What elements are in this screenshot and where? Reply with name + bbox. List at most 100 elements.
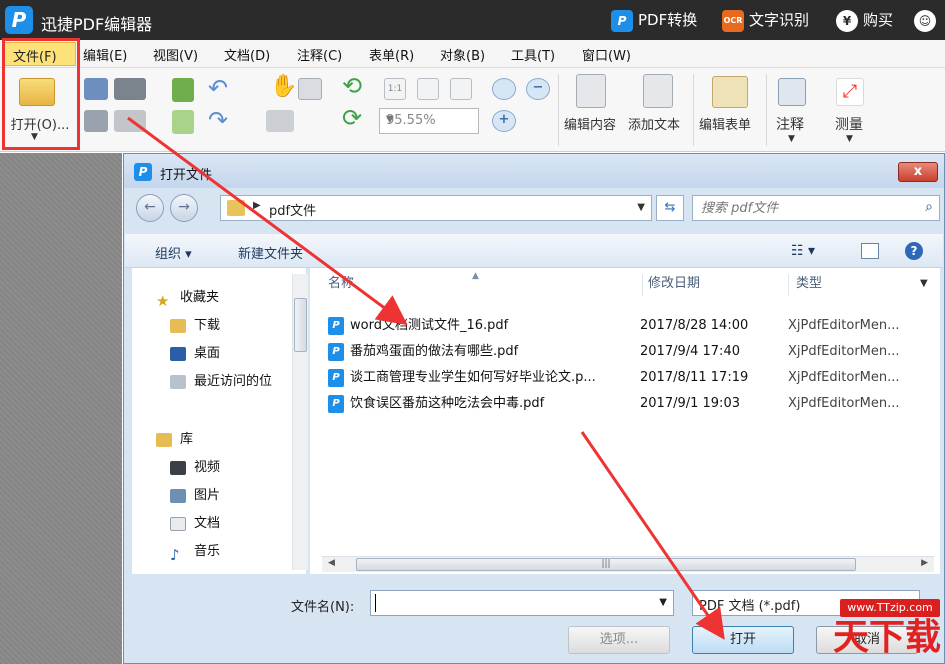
nav-desktop[interactable]: 桌面 [170,344,220,364]
annotate-button[interactable]: 注释 [776,114,804,134]
column-type-dropdown-icon[interactable]: ▼ [920,268,928,300]
pdf-file-icon: P [328,395,344,413]
measure-button[interactable]: 测量 [835,114,863,134]
file-date: 2017/8/28 14:00 [640,318,749,333]
address-bar[interactable]: ▶ pdf文件 ▼ [220,195,652,221]
menu-tools[interactable]: 工具(T) [511,45,555,64]
file-row[interactable]: P 谈工商管理专业学生如何写好毕业论文.p... 2017/8/11 17:19… [318,366,918,390]
menu-window[interactable]: 窗口(W) [582,45,631,64]
rotate-left-icon[interactable]: ⟲ [342,72,362,100]
edit-form-button[interactable]: 编辑表单 [699,114,751,133]
zoom-select[interactable]: 95.55% ▼ [379,108,479,134]
zoom-out-icon[interactable]: − [526,78,550,100]
filename-input[interactable]: ▼ [370,590,674,616]
file-row[interactable]: P word文档测试文件_16.pdf 2017/8/28 14:00 XjPd… [318,314,918,338]
pdf-file-icon: P [328,317,344,335]
buy-button[interactable]: ¥ 购买 [836,8,893,32]
scroll-right-icon[interactable]: ▶ [921,558,928,568]
menu-comment[interactable]: 注释(C) [297,45,342,64]
undo-icon[interactable]: ↶ [208,74,228,102]
menu-object[interactable]: 对象(B) [440,45,485,64]
nav-library[interactable]: 库 [156,430,193,450]
select-text-icon[interactable] [298,78,322,100]
nav-videos[interactable]: 视频 [170,458,220,478]
nav-favorites[interactable]: ★ 收藏夹 [156,288,219,310]
menu-form[interactable]: 表单(R) [369,45,414,64]
rotate-right-icon[interactable]: ⟳ [342,104,362,132]
view-options-icon[interactable]: ☷ ▾ [791,243,815,259]
fit-page-icon[interactable] [417,78,439,100]
column-type[interactable]: 类型 [796,268,822,300]
ribbon-separator [693,74,694,146]
nav-scrollbar-thumb[interactable] [294,298,307,352]
menu-edit[interactable]: 编辑(E) [83,45,127,64]
preview-pane-icon[interactable] [861,243,879,259]
dialog-footer: 文件名(N): ▼ PDF 文档 (*.pdf) 选项... 打开 取消 [124,574,944,664]
file-list-scrollbar[interactable]: ◀ ||| ▶ [322,556,934,572]
zoom-in-icon[interactable]: + [492,110,516,132]
search-input[interactable] [701,199,901,217]
ocr-button[interactable]: OCR 文字识别 [722,8,809,32]
back-button[interactable]: ← [136,194,164,222]
new-folder-button[interactable]: 新建文件夹 [238,243,303,262]
pdf-convert-button[interactable]: P PDF转换 [611,8,697,32]
hand-tool-icon[interactable]: ✋ [270,74,297,99]
file-type: XjPdfEditorMen... [788,370,900,385]
videos-icon [170,460,186,475]
email-icon[interactable] [114,110,146,132]
nav-pictures[interactable]: 图片 [170,486,220,506]
nav-documents[interactable]: 文档 [170,514,220,534]
import-icon[interactable] [172,78,194,102]
chevron-down-icon[interactable]: ▼ [637,202,645,213]
measure-dropdown-icon[interactable]: ▼ [846,134,853,144]
user-button[interactable]: ☺ [914,8,941,32]
downloads-icon [170,318,186,333]
save-icon[interactable] [84,78,108,100]
title-bar: P 迅捷PDF编辑器 P PDF转换 OCR 文字识别 ¥ 购买 ☺ [0,0,945,40]
scroll-left-icon[interactable]: ◀ [328,558,335,568]
options-button[interactable]: 选项... [568,626,670,654]
command-bar: 组织 ▾ 新建文件夹 ☷ ▾ ? [125,234,943,268]
organize-button[interactable]: 组织 ▾ [155,243,192,262]
file-row[interactable]: P 番茄鸡蛋面的做法有哪些.pdf 2017/9/4 17:40 XjPdfEd… [318,340,918,364]
file-row[interactable]: P 饮食误区番茄这种吃法会中毒.pdf 2017/9/1 19:03 XjPdf… [318,392,918,416]
edit-content-button[interactable]: 编辑内容 [564,114,616,133]
help-icon[interactable]: ? [905,242,923,260]
column-modified[interactable]: 修改日期 [648,268,700,300]
fit-width-icon[interactable] [450,78,472,100]
forward-button[interactable]: → [170,194,198,222]
redo-icon[interactable]: ↷ [208,106,228,134]
menu-document[interactable]: 文档(D) [224,45,270,64]
file-type: XjPdfEditorMen... [788,344,900,359]
print-icon[interactable] [84,110,108,132]
refresh-button[interactable]: ⇆ [656,195,684,221]
actual-size-icon[interactable]: 1:1 [384,78,406,100]
zoom-marquee-icon[interactable] [492,78,516,100]
edit-form-icon [712,76,748,108]
annotate-dropdown-icon[interactable]: ▼ [788,134,795,144]
measure-label: 测量 [835,117,863,133]
scanner-icon[interactable] [114,78,146,100]
menu-view[interactable]: 视图(V) [153,45,198,64]
dialog-title: 打开文件 [160,168,213,183]
edit-content-label: 编辑内容 [564,118,617,133]
add-text-button[interactable]: 添加文本 [628,114,680,133]
export-icon[interactable] [172,110,194,134]
nav-scrollbar[interactable] [292,274,308,570]
nav-recent[interactable]: 最近访问的位 [170,372,272,392]
nav-library-label: 库 [180,432,194,447]
nav-downloads[interactable]: 下载 [170,316,220,336]
pdf-file-icon: P [328,343,344,361]
snapshot-icon[interactable] [266,110,294,132]
open-file-dialog: P 打开文件 x ← → ▶ pdf文件 ▼ ⇆ ⌕ 组织 ▾ 新建文件夹 ☷ … [123,153,945,664]
chevron-down-icon[interactable]: ▼ [659,597,667,608]
close-button[interactable]: x [898,162,938,182]
column-name[interactable]: 名称 [328,268,354,300]
nav-music[interactable]: ♪ 音乐 [170,542,220,564]
file-list-scrollbar-thumb[interactable]: ||| [356,558,856,571]
search-box[interactable]: ⌕ [692,195,940,221]
open-file-button[interactable]: 打开 [692,626,794,654]
buy-label: 购买 [863,11,894,29]
nav-downloads-label: 下载 [194,318,221,333]
file-name: word文档测试文件_16.pdf [350,318,509,333]
